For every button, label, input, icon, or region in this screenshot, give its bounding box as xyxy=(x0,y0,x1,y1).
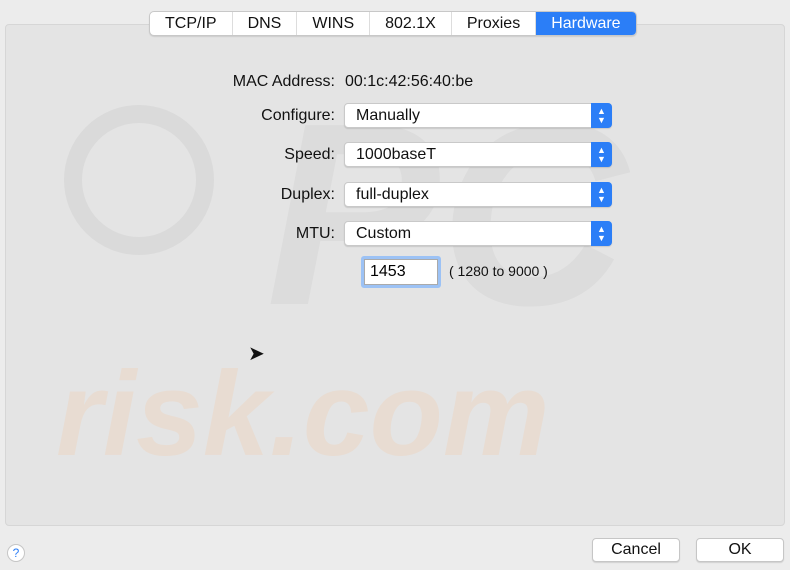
duplex-row: Duplex: full-duplex ▲ ▼ xyxy=(0,182,790,208)
duplex-label: Duplex: xyxy=(280,186,335,203)
tab-wins[interactable]: WINS xyxy=(297,12,371,35)
tab-8021x[interactable]: 802.1X xyxy=(370,12,452,35)
tab-tcpip[interactable]: TCP/IP xyxy=(150,12,233,35)
mtu-label: MTU: xyxy=(295,225,335,242)
mouse-pointer-icon: ➤ xyxy=(248,343,265,365)
mtu-field-wrapper xyxy=(361,256,441,288)
mac-row: MAC Address: 00:1c:42:56:40:be xyxy=(0,69,790,95)
watermark-logo: risk.com xyxy=(56,347,550,481)
configure-value: Manually xyxy=(356,107,421,124)
speed-row: Speed: 1000baseT ▲ ▼ xyxy=(0,142,790,168)
tab-hardware[interactable]: Hardware xyxy=(536,12,636,35)
ok-button[interactable]: OK xyxy=(696,538,784,562)
mac-value: 00:1c:42:56:40:be xyxy=(345,73,474,90)
updown-chevron-icon: ▲ ▼ xyxy=(591,142,612,167)
help-button[interactable]: ? xyxy=(7,544,25,562)
configure-label: Configure: xyxy=(261,107,335,124)
mtu-value: Custom xyxy=(356,225,412,242)
speed-label: Speed: xyxy=(284,146,335,163)
mac-label: MAC Address: xyxy=(232,73,335,90)
mtu-custom-input[interactable] xyxy=(364,259,438,285)
configure-select[interactable]: Manually ▲ ▼ xyxy=(344,103,612,128)
updown-chevron-icon: ▲ ▼ xyxy=(591,221,612,246)
duplex-value: full-duplex xyxy=(356,186,429,203)
duplex-select[interactable]: full-duplex ▲ ▼ xyxy=(344,182,612,207)
tab-dns[interactable]: DNS xyxy=(233,12,298,35)
mtu-select[interactable]: Custom ▲ ▼ xyxy=(344,221,612,246)
speed-select[interactable]: 1000baseT ▲ ▼ xyxy=(344,142,612,167)
speed-value: 1000baseT xyxy=(356,146,437,163)
mtu-range-hint: ( 1280 to 9000 ) xyxy=(449,263,548,279)
updown-chevron-icon: ▲ ▼ xyxy=(591,103,612,128)
tab-proxies[interactable]: Proxies xyxy=(452,12,537,35)
mtu-row: MTU: Custom ▲ ▼ xyxy=(0,221,790,247)
configure-row: Configure: Manually ▲ ▼ xyxy=(0,103,790,129)
tab-bar: TCP/IP DNS WINS 802.1X Proxies Hardware xyxy=(149,11,637,36)
updown-chevron-icon: ▲ ▼ xyxy=(591,182,612,207)
cancel-button[interactable]: Cancel xyxy=(592,538,680,562)
